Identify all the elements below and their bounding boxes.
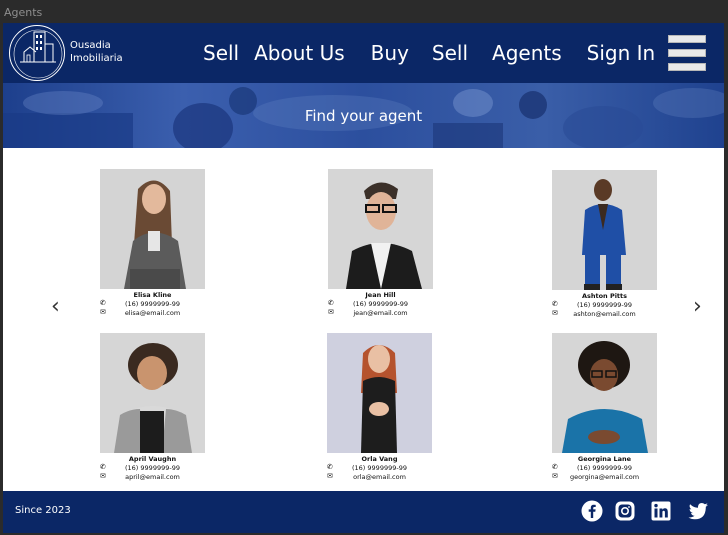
hero-title: Find your agent	[304, 107, 423, 125]
nav-sell[interactable]: Sell	[203, 41, 239, 65]
agent-photo	[100, 333, 205, 453]
nav-sign-in[interactable]: Sign In	[587, 41, 656, 65]
brand-name-line2: Imobiliaria	[70, 53, 123, 64]
agent-photo	[552, 170, 657, 290]
agent-email-row: ✉ ashton@email.com	[552, 309, 657, 318]
main-nav: Sell About Us Buy Sell Agents Sign In	[203, 41, 655, 65]
agent-email[interactable]: april@email.com	[100, 473, 205, 481]
agent-email[interactable]: ashton@email.com	[552, 310, 657, 318]
site-header: Ousadia Imobiliaria Sell About Us Buy Se…	[3, 23, 724, 83]
agent-card[interactable]: Ashton Pitts ✆ (16) 9999999-99 ✉ ashton@…	[552, 170, 662, 318]
agent-phone: (16) 9999999-99	[125, 464, 180, 472]
facebook-icon[interactable]	[581, 500, 603, 522]
building-logo-icon	[13, 29, 63, 79]
agent-email-row: ✉ jean@email.com	[328, 308, 433, 317]
agent-phone-row: ✆ (16) 9999999-99	[327, 463, 432, 472]
carousel-prev-button[interactable]: ‹	[51, 296, 60, 318]
agent-phone-row: ✆ (16) 9999999-99	[552, 463, 657, 472]
agent-phone-row: ✆ (16) 9999999-99	[552, 300, 657, 309]
site-footer: Since 2023	[3, 491, 724, 533]
agent-card[interactable]: Jean Hill ✆ (16) 9999999-99 ✉ jean@email…	[328, 169, 438, 317]
agent-email[interactable]: georgina@email.com	[552, 473, 657, 481]
company-logo[interactable]	[9, 25, 65, 81]
agent-photo	[328, 169, 433, 289]
carousel-next-button[interactable]: ›	[693, 296, 702, 318]
window-title: Agents	[4, 6, 43, 19]
agent-name: April Vaughn	[128, 455, 177, 463]
nav-sell-2[interactable]: Sell	[432, 41, 468, 65]
agent-photo	[327, 333, 432, 453]
agent-name: Ashton Pitts	[581, 292, 628, 300]
agent-phone: (16) 9999999-99	[353, 300, 408, 308]
hero-banner: Find your agent	[3, 83, 724, 148]
page: Ousadia Imobiliaria Sell About Us Buy Se…	[3, 23, 724, 533]
agent-phone: (16) 9999999-99	[577, 464, 632, 472]
agent-name: Georgina Lane	[577, 455, 632, 463]
agent-email[interactable]: elisa@email.com	[100, 309, 205, 317]
linkedin-icon[interactable]	[650, 500, 672, 522]
agent-phone-row: ✆ (16) 9999999-99	[100, 299, 205, 308]
footer-since-text: Since 2023	[15, 505, 71, 516]
agent-name: Jean Hill	[365, 291, 396, 299]
agent-phone: (16) 9999999-99	[577, 301, 632, 309]
instagram-icon[interactable]	[614, 500, 636, 522]
agent-phone: (16) 9999999-99	[125, 300, 180, 308]
agent-email-row: ✉ orla@email.com	[327, 472, 432, 481]
agent-name: Orla Vang	[361, 455, 398, 463]
hamburger-menu-icon[interactable]	[668, 35, 706, 71]
agent-email[interactable]: jean@email.com	[328, 309, 433, 317]
agent-card[interactable]: Orla Vang ✆ (16) 9999999-99 ✉ orla@email…	[327, 333, 437, 481]
twitter-icon[interactable]	[687, 500, 709, 522]
agent-phone-row: ✆ (16) 9999999-99	[328, 299, 433, 308]
agent-photo	[100, 169, 205, 289]
nav-buy[interactable]: Buy	[371, 41, 409, 65]
agent-card[interactable]: Georgina Lane ✆ (16) 9999999-99 ✉ georgi…	[552, 333, 662, 481]
agent-card[interactable]: Elisa Kline ✆ (16) 9999999-99 ✉ elisa@em…	[100, 169, 210, 317]
nav-agents[interactable]: Agents	[492, 41, 562, 65]
brand-name: Ousadia Imobiliaria	[70, 39, 123, 65]
agent-name: Elisa Kline	[133, 291, 172, 299]
agent-email[interactable]: orla@email.com	[327, 473, 432, 481]
agent-photo	[552, 333, 657, 453]
agent-email-row: ✉ georgina@email.com	[552, 472, 657, 481]
agent-card[interactable]: April Vaughn ✆ (16) 9999999-99 ✉ april@e…	[100, 333, 210, 481]
nav-about-us[interactable]: About Us	[254, 41, 345, 65]
agent-email-row: ✉ april@email.com	[100, 472, 205, 481]
agent-phone-row: ✆ (16) 9999999-99	[100, 463, 205, 472]
agent-email-row: ✉ elisa@email.com	[100, 308, 205, 317]
agent-phone: (16) 9999999-99	[352, 464, 407, 472]
brand-name-line1: Ousadia	[70, 40, 111, 51]
